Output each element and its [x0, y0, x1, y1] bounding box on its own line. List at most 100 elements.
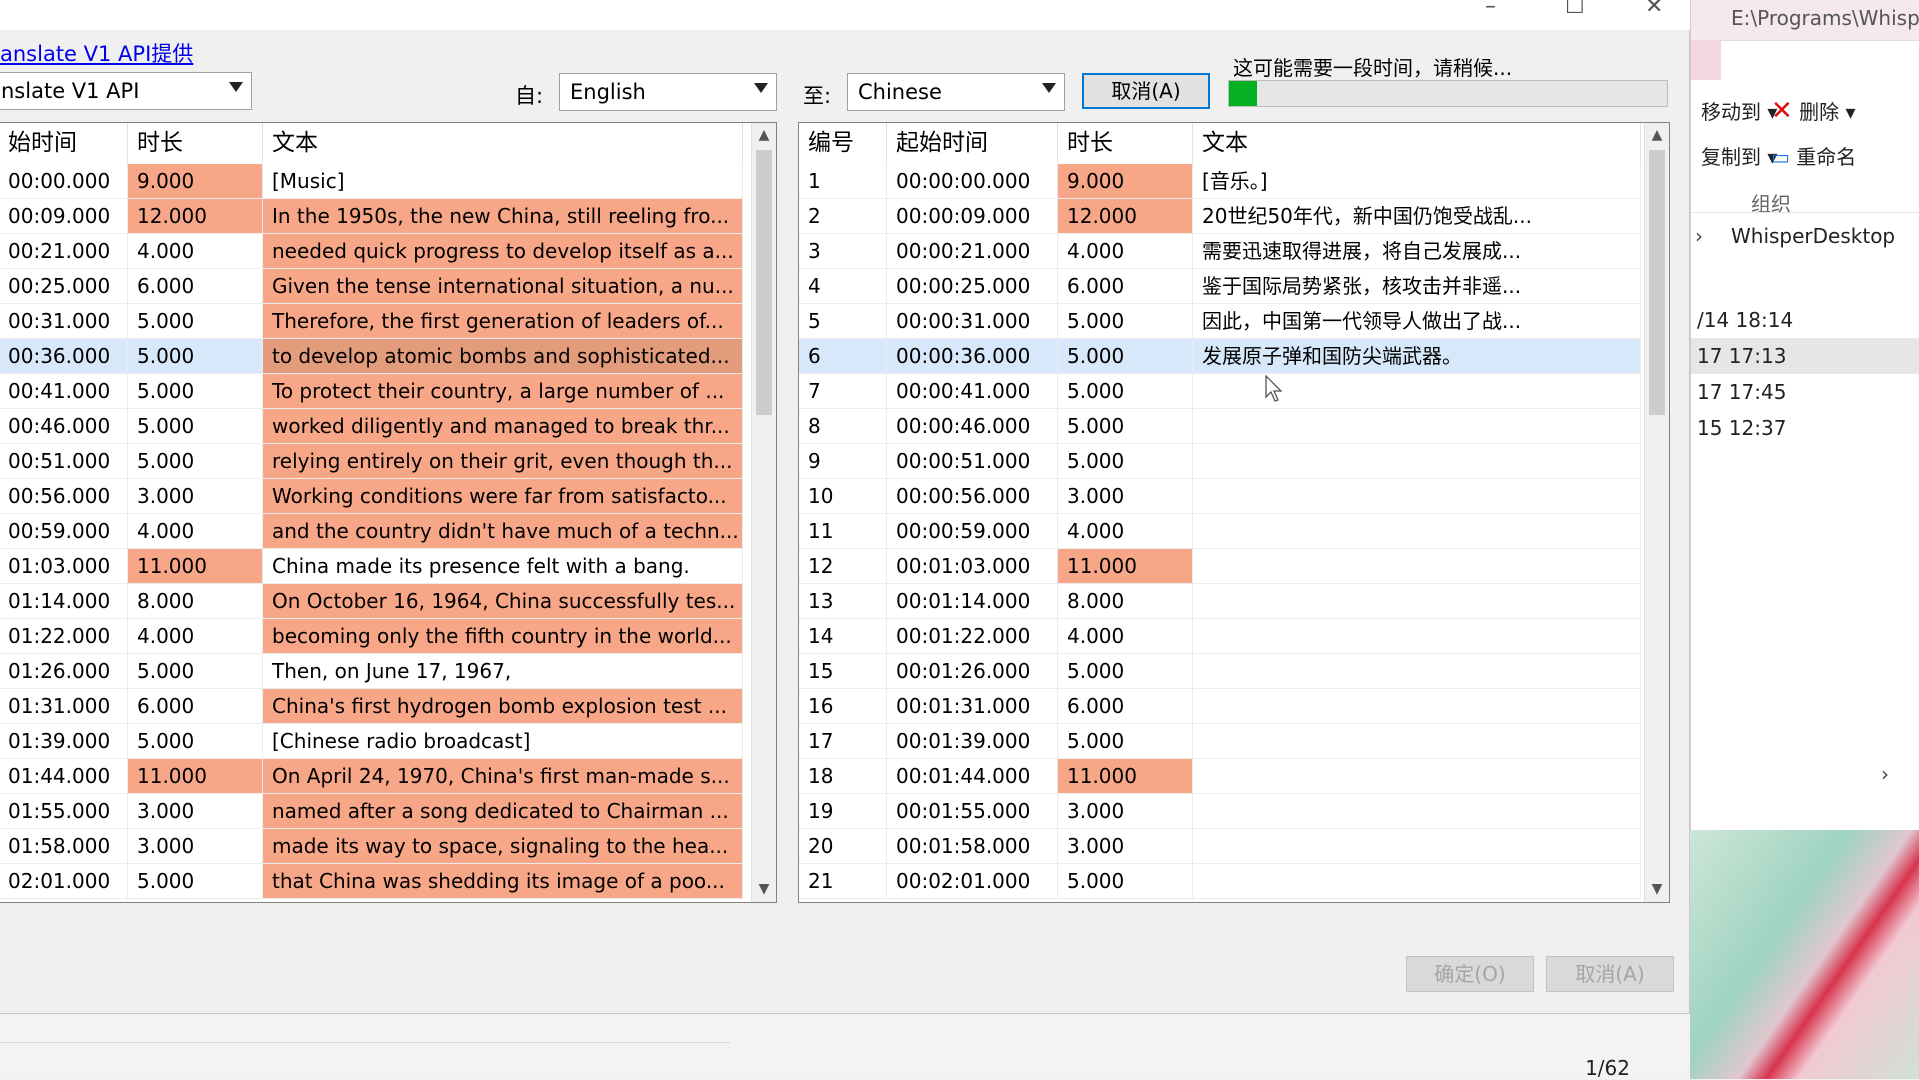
table-row[interactable]: 18 00:01:44.000 11.000 [799, 759, 1669, 794]
table-row[interactable]: 7 00:00:41.000 5.000 [799, 374, 1669, 409]
maximize-icon[interactable]: ☐ [1565, 0, 1585, 19]
table-row[interactable]: 4 00:00:25.000 6.000 鉴于国际局势紧张，核攻击并非遥... [799, 269, 1669, 304]
cancel-button[interactable]: 取消(A) [1546, 956, 1674, 992]
table-row[interactable]: 01:44.000 11.000 On April 24, 1970, China'… [0, 759, 776, 794]
table-row[interactable]: 00:41.000 5.000 To protect their country, … [0, 374, 776, 409]
scroll-up-icon[interactable]: ▲ [752, 123, 776, 148]
table-row[interactable]: 01:26.000 5.000 Then, on June 17, 1967, [0, 654, 776, 689]
delete-button[interactable]: ✕ 删除 ▾ [1771, 96, 1856, 126]
table-row[interactable]: 00:25.000 6.000 Given the tense internatio… [0, 269, 776, 304]
table-row[interactable]: 01:22.000 4.000 becoming only the fifth co… [0, 619, 776, 654]
ok-button[interactable]: 确定(O) [1406, 956, 1534, 992]
table-row[interactable]: 5 00:00:31.000 5.000 因此，中国第一代领导人做出了战... [799, 304, 1669, 339]
scroll-thumb[interactable] [756, 150, 772, 415]
cell-duration: 5.000 [1058, 654, 1193, 689]
table-row[interactable]: 6 00:00:36.000 5.000 发展原子弹和国防尖端武器。 [799, 339, 1669, 374]
table-row[interactable]: 14 00:01:22.000 4.000 [799, 619, 1669, 654]
copy-to-button[interactable]: 复制到 ▾ [1701, 141, 1777, 170]
table-row[interactable]: 02:01.000 5.000 that China was shedding it… [0, 864, 776, 899]
cell-start: 00:21.000 [0, 234, 128, 269]
cell-duration: 4.000 [1058, 619, 1193, 654]
table-row[interactable]: 13 00:01:14.000 8.000 [799, 584, 1669, 619]
table-row[interactable]: 00:31.000 5.000 Therefore, the first gener… [0, 304, 776, 339]
column-header-start[interactable]: 始时间 [0, 123, 128, 164]
file-date[interactable]: 17 17:13 [1691, 338, 1919, 374]
table-row[interactable]: 00:59.000 4.000 and the country didn't hav… [0, 514, 776, 549]
table-row[interactable]: 01:39.000 5.000 [Chinese radio broadcast] [0, 724, 776, 759]
table-row[interactable]: 00:56.000 3.000 Working conditions were fa… [0, 479, 776, 514]
vertical-scrollbar[interactable]: ▲ ▼ [751, 123, 776, 902]
table-row[interactable]: 16 00:01:31.000 6.000 [799, 689, 1669, 724]
cell-text: [Chinese radio broadcast] [263, 724, 743, 759]
table-row[interactable]: 01:58.000 3.000 made its way to space, sig… [0, 829, 776, 864]
file-date[interactable]: 17 17:45 [1691, 374, 1919, 410]
table-row[interactable]: 00:46.000 5.000 worked diligently and mana… [0, 409, 776, 444]
background-app-status: 1/62 [0, 1014, 1690, 1080]
provider-select[interactable]: nslate V1 API [0, 72, 252, 110]
table-row[interactable]: 11 00:00:59.000 4.000 [799, 514, 1669, 549]
column-header-duration[interactable]: 时长 [128, 123, 263, 164]
scroll-up-icon[interactable]: ▲ [1645, 123, 1669, 148]
scroll-down-icon[interactable]: ▼ [1645, 877, 1669, 902]
table-row[interactable]: 20 00:01:58.000 3.000 [799, 829, 1669, 864]
cell-duration: 12.000 [1058, 199, 1193, 234]
table-row[interactable]: 00:00.000 9.000 [Music] [0, 164, 776, 199]
table-row[interactable]: 01:31.000 6.000 China's first hydrogen bom… [0, 689, 776, 724]
table-row[interactable]: 9 00:00:51.000 5.000 [799, 444, 1669, 479]
table-row[interactable]: 00:36.000 5.000 to develop atomic bombs an… [0, 339, 776, 374]
cell-start: 01:03.000 [0, 549, 128, 584]
table-row[interactable]: 3 00:00:21.000 4.000 需要迅速取得进展，将自己发展成... [799, 234, 1669, 269]
column-header-duration[interactable]: 时长 [1058, 123, 1193, 164]
table-row[interactable]: 01:03.000 11.000 China made its presence f… [0, 549, 776, 584]
to-language-select[interactable]: Chinese [847, 73, 1065, 111]
progress-message: 这可能需要一段时间，请稍候... [1233, 56, 1513, 80]
column-header-text[interactable]: 文本 [263, 123, 743, 164]
explorer-address-bar[interactable]: E:\Programs\Whisp [1691, 0, 1919, 41]
api-provider-link[interactable]: anslate V1 API提供 [0, 38, 193, 68]
cell-duration: 3.000 [1058, 479, 1193, 514]
table-row[interactable]: 2 00:00:09.000 12.000 20世纪50年代，新中国仍饱受战乱... [799, 199, 1669, 234]
column-header-number[interactable]: 编号 [799, 123, 887, 164]
table-row[interactable]: 01:14.000 8.000 On October 16, 1964, China… [0, 584, 776, 619]
cell-duration: 4.000 [128, 514, 263, 549]
from-language-select[interactable]: English [559, 73, 777, 111]
cell-number: 16 [799, 689, 887, 724]
close-icon[interactable]: ✕ [1645, 0, 1663, 19]
cell-text: China's first hydrogen bomb explosion te… [263, 689, 743, 724]
to-label: 至: [803, 84, 832, 108]
table-row[interactable]: 10 00:00:56.000 3.000 [799, 479, 1669, 514]
table-row[interactable]: 00:51.000 5.000 relying entirely on their … [0, 444, 776, 479]
cell-duration: 5.000 [1058, 724, 1193, 759]
table-row[interactable]: 21 00:02:01.000 5.000 [799, 864, 1669, 899]
breadcrumb-item[interactable]: WhisperDesktop [1731, 224, 1895, 248]
table-row[interactable]: 8 00:00:46.000 5.000 [799, 409, 1669, 444]
table-row[interactable]: 1 00:00:00.000 9.000 [音乐。] [799, 164, 1669, 199]
cell-text: worked diligently and managed to break t… [263, 409, 743, 444]
table-row[interactable]: 15 00:01:26.000 5.000 [799, 654, 1669, 689]
table-row[interactable]: 19 00:01:55.000 3.000 [799, 794, 1669, 829]
scroll-right-icon[interactable]: › [1881, 762, 1889, 786]
cell-duration: 5.000 [128, 409, 263, 444]
table-row[interactable]: 00:21.000 4.000 needed quick progress to d… [0, 234, 776, 269]
table-row[interactable]: 01:55.000 3.000 named after a song dedicat… [0, 794, 776, 829]
cancel-translation-button[interactable]: 取消(A) [1082, 73, 1210, 109]
table-row[interactable]: 12 00:01:03.000 11.000 [799, 549, 1669, 584]
move-to-button[interactable]: 移动到 ▾ [1701, 96, 1777, 125]
translated-subtitle-grid[interactable]: 编号 起始时间 时长 文本 1 00:00:00.000 9.000 [音乐。] 2 00… [798, 122, 1670, 903]
column-header-text[interactable]: 文本 [1193, 123, 1641, 164]
cell-text: [音乐。] [1193, 164, 1641, 199]
file-date[interactable]: /14 18:14 [1691, 302, 1919, 338]
vertical-scrollbar[interactable]: ▲ ▼ [1644, 123, 1669, 902]
file-date[interactable]: 15 12:37 [1691, 410, 1919, 446]
column-header-start[interactable]: 起始时间 [887, 123, 1058, 164]
cell-start: 00:00:31.000 [887, 304, 1058, 339]
rename-button[interactable]: ▭ 重命名 [1771, 141, 1856, 170]
chevron-down-icon [229, 82, 243, 92]
scroll-down-icon[interactable]: ▼ [752, 877, 776, 902]
source-subtitle-grid[interactable]: 始时间 时长 文本 00:00.000 9.000 [Music] 00:09.000… [0, 122, 777, 903]
cell-start: 00:01:58.000 [887, 829, 1058, 864]
table-row[interactable]: 17 00:01:39.000 5.000 [799, 724, 1669, 759]
minimize-icon[interactable]: – [1485, 0, 1496, 19]
table-row[interactable]: 00:09.000 12.000 In the 1950s, the new Chi… [0, 199, 776, 234]
scroll-thumb[interactable] [1649, 150, 1665, 415]
